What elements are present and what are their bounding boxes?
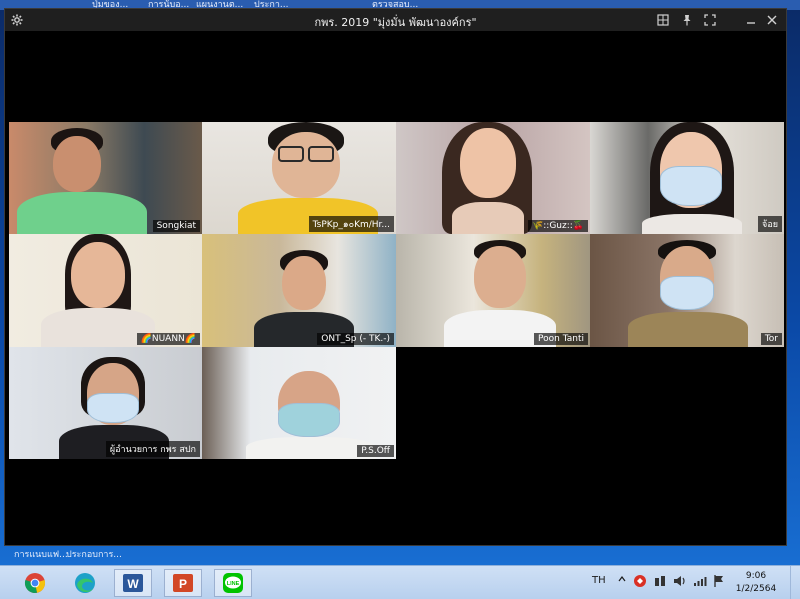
volume-icon[interactable]: [673, 574, 687, 591]
participant-figure: [628, 240, 748, 347]
minimize-icon[interactable]: [743, 12, 759, 28]
line-icon[interactable]: LINE: [214, 569, 252, 597]
participant-name: ผู้อำนวยการ กพร สปก: [105, 441, 200, 457]
video-tile[interactable]: จ้อย: [590, 122, 784, 234]
participant-name: TsPKp_๑๐Km/Hr...: [308, 216, 394, 232]
participant-figure: [41, 234, 165, 347]
chevron-up-icon[interactable]: [618, 575, 626, 586]
show-desktop-button[interactable]: [790, 566, 800, 599]
powerpoint-icon[interactable]: P: [164, 569, 202, 597]
window-titlebar[interactable]: กพร. 2019 "มุ่งมั่น พัฒนาองค์กร": [5, 9, 786, 31]
video-tile[interactable]: ผู้อำนวยการ กพร สปก: [9, 347, 202, 459]
signal-icon[interactable]: [693, 574, 707, 591]
participant-figure: [426, 122, 556, 234]
video-tile[interactable]: Songkiat: [9, 122, 202, 234]
network-icon[interactable]: [653, 574, 667, 591]
edge-icon[interactable]: [66, 569, 104, 597]
participant-figure: [444, 240, 556, 347]
video-tile[interactable]: 🌾::Guz::🍒: [396, 122, 590, 234]
participant-name: 🌾::Guz::🍒: [528, 220, 588, 232]
participant-name: P.S.Off: [357, 445, 394, 457]
desktop-label[interactable]: ประกอบการ...: [66, 547, 122, 561]
participant-name: ONT_Sp (- TK.-): [317, 333, 394, 345]
clock-date: 1/2/2564: [735, 584, 777, 594]
system-clock[interactable]: 9:06 1/2/2564: [734, 570, 778, 596]
participant-name: จ้อย: [758, 216, 782, 232]
chrome-icon[interactable]: [16, 569, 54, 597]
close-icon[interactable]: [764, 12, 780, 28]
word-icon[interactable]: W: [114, 569, 152, 597]
line-label: LINE: [227, 581, 240, 587]
language-indicator[interactable]: TH: [592, 575, 606, 586]
pin-icon[interactable]: [679, 12, 695, 28]
meeting-window: กพร. 2019 "มุ่งมั่น พัฒนาองค์กร" Songkia…: [4, 8, 787, 546]
flag-icon[interactable]: [712, 574, 726, 591]
word-letter: W: [127, 577, 139, 591]
video-tile[interactable]: TsPKp_๑๐Km/Hr...: [202, 122, 396, 234]
clock-time: 9:06: [745, 571, 767, 581]
video-tile[interactable]: Tor: [590, 234, 784, 347]
participant-figure: [636, 122, 746, 234]
antivirus-icon[interactable]: [633, 574, 647, 591]
powerpoint-letter: P: [179, 577, 187, 591]
participant-figure: [246, 371, 376, 459]
video-tile[interactable]: Poon Tanti: [396, 234, 590, 347]
video-tile[interactable]: 🌈NUANN🌈: [9, 234, 202, 347]
fullscreen-icon[interactable]: [702, 12, 718, 28]
participant-figure: [17, 128, 147, 234]
participant-name: 🌈NUANN🌈: [136, 333, 200, 345]
taskbar: W P LINE TH 9:06 1/2/2564: [0, 565, 800, 599]
participant-name: Poon Tanti: [534, 333, 588, 345]
participant-name: Songkiat: [152, 220, 200, 232]
video-tile[interactable]: P.S.Off: [202, 347, 396, 459]
participant-name: Tor: [760, 333, 782, 345]
desktop-label[interactable]: การแนบแฟ...: [14, 547, 68, 561]
video-tile[interactable]: ONT_Sp (- TK.-): [202, 234, 396, 347]
gallery-view-icon[interactable]: [655, 12, 671, 28]
